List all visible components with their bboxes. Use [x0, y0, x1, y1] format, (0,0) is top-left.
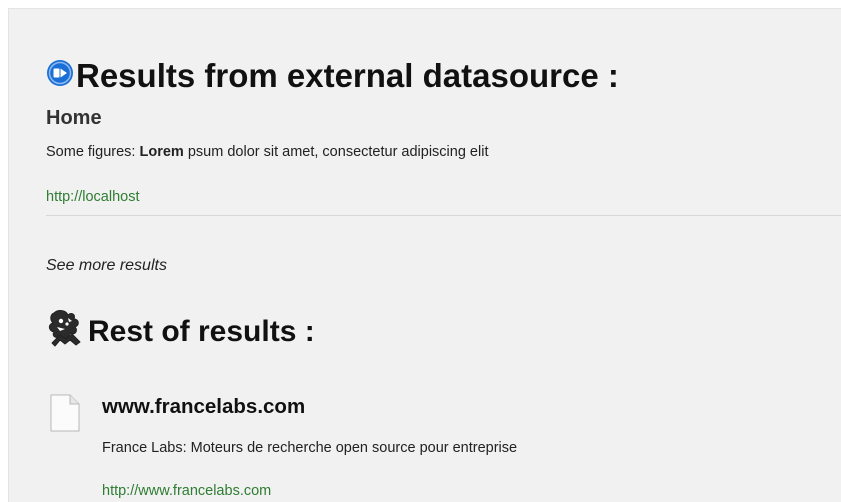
- divider: [46, 215, 841, 216]
- circle-arrow-icon: [47, 60, 73, 86]
- result-url[interactable]: http://www.francelabs.com: [102, 483, 271, 499]
- result-snippet: France Labs: Moteurs de recherche open s…: [102, 440, 518, 456]
- document-icon: [50, 394, 80, 432]
- external-result-url[interactable]: http://localhost: [46, 189, 140, 205]
- rest-heading-text: Rest of results :: [88, 315, 315, 348]
- snippet-prefix: Some figures:: [46, 144, 140, 160]
- external-datasource-heading: Results from external datasource :: [46, 57, 619, 95]
- mascot-icon: [48, 310, 81, 347]
- results-panel: Results from external datasource : Home …: [8, 8, 841, 502]
- snippet-highlight: Lorem: [139, 144, 184, 160]
- external-heading-text: Results from external datasource :: [76, 57, 619, 94]
- snippet-suffix: psum dolor sit amet, consectetur adipisc…: [183, 144, 489, 160]
- external-result-snippet: Some figures: Lorem psum dolor sit amet,…: [46, 144, 488, 160]
- see-more-results-link[interactable]: See more results: [46, 257, 167, 275]
- result-title[interactable]: www.francelabs.com: [102, 395, 305, 419]
- external-result-title[interactable]: Home: [46, 107, 102, 130]
- rest-of-results-heading: Rest of results :: [46, 309, 315, 349]
